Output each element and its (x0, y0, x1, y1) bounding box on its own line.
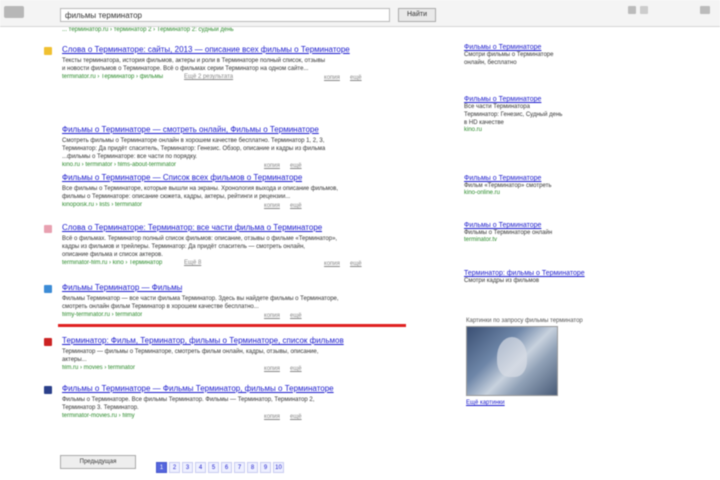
result-snippet: Терминатор: Да придёт спаситель, Термина… (62, 146, 326, 152)
result-snippet: описание фильма и список актеров. (62, 252, 163, 258)
ad-text: Фильмы о Терминаторе онлайн (464, 230, 553, 236)
result-snippet: Терминатор 3. Терминатор. (62, 405, 139, 411)
result-title-link[interactable]: Фильмы Терминатор — Фильмы (62, 283, 182, 292)
image-thumbnail[interactable] (466, 326, 558, 396)
result-title-link[interactable]: Терминатор: Фильм, Терминатор, фильмы о … (62, 336, 344, 345)
result-snippet: актеры... (62, 357, 87, 363)
result-title-link[interactable]: Фильмы о Терминаторе — смотреть онлайн, … (62, 125, 319, 134)
ad-title-link[interactable]: Терминатор: фильмы о Терминаторе (464, 270, 704, 277)
search-button[interactable]: Найти (398, 8, 436, 22)
result-action-link[interactable]: ещё (290, 203, 302, 209)
result-snippet: фильмы о Терминаторе: описание сюжета, к… (62, 194, 291, 200)
result-action-link[interactable]: ещё (290, 163, 302, 169)
ad-title-link[interactable]: Фильмы о Терминаторе (464, 175, 704, 182)
result-snippet: Всё о фильмах. Терминатор полный список … (62, 236, 338, 242)
result-snippet: Все фильмы о Терминаторе, которые вышли … (62, 186, 338, 192)
result-snippet: Фильмы Терминатор — все части фильма Тер… (62, 296, 339, 302)
page-numbers: 1 2 3 4 5 6 7 8 9 10 (156, 456, 286, 474)
result-action-link[interactable]: копия (324, 75, 340, 81)
result-snippet: Терминатор — фильмы о Терминаторе, смотр… (62, 349, 319, 355)
page-link[interactable]: 1 (156, 462, 167, 473)
result-url[interactable]: terminator.ru › Терминатор › фильмы (62, 74, 163, 80)
pagination: Предыдущая 1 2 3 4 5 6 7 8 9 10 (60, 455, 390, 474)
result-url[interactable]: filmy-terminator.ru › terminator (62, 312, 142, 318)
page-link[interactable]: 6 (221, 462, 232, 473)
sidebar-ad: Фильмы о Терминаторе Фильмы о Терминаторе… (464, 222, 704, 243)
ad-text: Терминатор: Генезис, Судный день (464, 112, 563, 118)
result-more-link[interactable]: Ещё 2 результата (184, 74, 233, 80)
result-action-link[interactable]: копия (264, 163, 280, 169)
result-title-link[interactable]: Слова о Терминаторе: сайты, 2013 — описа… (62, 45, 350, 54)
site-favicon (44, 47, 52, 55)
result-title-link[interactable]: Фильмы о Терминаторе — Фильмы Терминатор… (62, 384, 334, 393)
page-link[interactable]: 4 (195, 462, 206, 473)
highlight-underline (58, 324, 406, 327)
result-snippet: Тексты терминатора, история фильмов, акт… (62, 58, 326, 64)
result-more-link[interactable]: Ещё 8 (184, 260, 201, 266)
result-action-link[interactable]: копия (324, 261, 340, 267)
prev-page-button[interactable]: Предыдущая (60, 455, 136, 469)
ad-text: Фильм «Терминатор» смотреть (464, 183, 552, 189)
search-input[interactable]: фильмы терминатор (60, 8, 390, 22)
result-snippet: ...фильмы о Терминаторе: все части по по… (62, 154, 198, 160)
ad-text: Все части Терминатора (464, 104, 530, 110)
page-link[interactable]: 3 (182, 462, 193, 473)
more-images-link[interactable]: Ещё картинки (466, 400, 505, 406)
site-favicon (44, 225, 52, 233)
ad-url[interactable]: kino-online.ru (464, 190, 704, 196)
result-action-link[interactable]: ещё (350, 75, 362, 81)
sidebar-ad: Фильмы о Терминаторе Смотри фильмы о Терм… (464, 44, 704, 67)
mail-icon[interactable] (640, 6, 648, 14)
result-url[interactable]: kinopoisk.ru › lists › terminator (62, 202, 142, 208)
ad-text: Смотри фильмы о Терминаторе (464, 52, 554, 58)
result-snippet: кадры из фильмов и трейлеры. Терминатор:… (62, 244, 306, 250)
result-action-link[interactable]: копия (264, 366, 280, 372)
page-link[interactable]: 10 (273, 462, 284, 473)
page-link[interactable]: 8 (247, 462, 258, 473)
ad-url[interactable]: kino.ru (464, 127, 704, 133)
site-favicon (44, 386, 52, 394)
result-action-link[interactable]: ещё (290, 313, 302, 319)
ad-text: в HD качестве (464, 120, 504, 126)
sidebar-ad: Фильмы о Терминаторе Все части Терминатор… (464, 96, 704, 133)
sidebar-ad: Фильмы о Терминаторе Фильм «Терминатор» с… (464, 175, 704, 196)
result-snippet: смотреть онлайн фильм Терминатор в хорош… (62, 304, 259, 310)
result-url[interactable]: kino.ru › terminator › films-about-termi… (62, 162, 176, 168)
result-action-link[interactable]: копия (264, 203, 280, 209)
sidebar-ad: Терминатор: фильмы о Терминаторе Смотри к… (464, 270, 704, 285)
result-url[interactable]: terminator-film.ru › kino › Терминатор (62, 260, 162, 266)
result-snippet: Фильмы о Терминаторе. Все фильмы Термина… (62, 397, 315, 403)
previous-result-url[interactable]: ... терминатор.ru › терминатор 2 › Терми… (62, 27, 392, 33)
result-action-link[interactable]: ещё (350, 261, 362, 267)
result-snippet: Смотреть фильмы о Терминаторе онлайн в х… (62, 138, 325, 144)
top-bar: фильмы терминатор Найти (0, 0, 720, 27)
result-title-link[interactable]: Слова о Терминаторе: Терминатор: все час… (62, 223, 322, 232)
result-url[interactable]: film.ru › movies › terminator (62, 365, 135, 371)
result-action-link[interactable]: копия (264, 414, 280, 420)
ad-text: онлайн, бесплатно (464, 60, 517, 66)
page-link[interactable]: 5 (208, 462, 219, 473)
page-link[interactable]: 9 (260, 462, 271, 473)
ad-text: Смотри кадры из фильмов (464, 278, 540, 284)
result-snippet: и новости фильмов о Терминаторе. Всё о ф… (62, 66, 309, 72)
page-link[interactable]: 2 (169, 462, 180, 473)
ad-title-link[interactable]: Фильмы о Терминаторе (464, 222, 704, 229)
account-icon[interactable] (700, 6, 710, 14)
result-action-link[interactable]: ещё (290, 366, 302, 372)
site-favicon (44, 338, 52, 346)
thumbnail-figure (497, 337, 527, 377)
ad-url[interactable]: terminator.tv (464, 237, 704, 243)
result-action-link[interactable]: ещё (290, 414, 302, 420)
result-title-link[interactable]: Фильмы о Терминаторе — Список всех фильм… (62, 173, 302, 182)
result-url[interactable]: terminator-movies.ru › filmy (62, 413, 135, 419)
settings-icon[interactable] (628, 6, 636, 14)
site-favicon (44, 285, 52, 293)
images-heading[interactable]: Картинки по запросу фильмы терминатор (466, 318, 583, 324)
ad-title-link[interactable]: Фильмы о Терминаторе (464, 44, 704, 51)
page-link[interactable]: 7 (234, 462, 245, 473)
ad-title-link[interactable]: Фильмы о Терминаторе (464, 96, 704, 103)
result-action-link[interactable]: копия (264, 313, 280, 319)
logo[interactable] (4, 6, 24, 18)
